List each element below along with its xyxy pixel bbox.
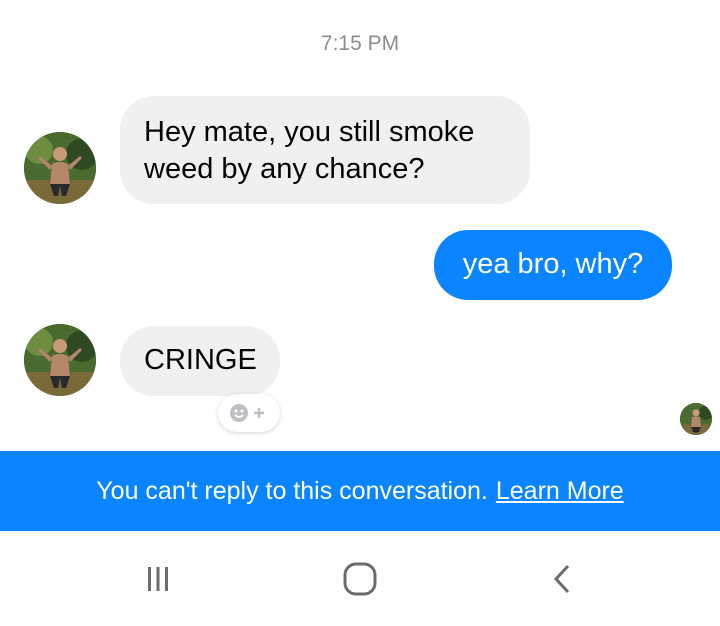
- home-button[interactable]: [336, 555, 384, 603]
- add-reaction-button[interactable]: [218, 394, 280, 432]
- learn-more-link[interactable]: Learn More: [496, 477, 624, 506]
- person-photo-icon: [680, 403, 712, 435]
- system-navigation-bar: [0, 531, 720, 626]
- back-icon: [553, 564, 570, 594]
- banner-text: You can't reply to this conversation.: [96, 476, 488, 505]
- incoming-message-bubble[interactable]: Hey mate, you still smoke weed by any ch…: [120, 96, 530, 204]
- sender-avatar[interactable]: [24, 132, 96, 204]
- timestamp: 7:15 PM: [320, 32, 400, 55]
- outgoing-message-bubble[interactable]: yea bro, why?: [434, 230, 672, 300]
- message-text: CRINGE: [144, 344, 257, 376]
- back-button[interactable]: [538, 555, 586, 603]
- seen-indicator-avatar: [680, 403, 712, 435]
- person-photo-icon: [24, 132, 96, 204]
- add-reaction-icon: [230, 404, 264, 422]
- message-text: Hey mate, you still smoke weed by any ch…: [144, 116, 475, 185]
- incoming-message-bubble[interactable]: CRINGE: [120, 326, 280, 396]
- recent-apps-icon: [148, 567, 168, 591]
- cannot-reply-banner: You can't reply to this conversation. Le…: [0, 451, 720, 531]
- sender-avatar[interactable]: [24, 324, 96, 396]
- home-icon: [343, 562, 377, 596]
- person-photo-icon: [24, 324, 96, 396]
- message-text: yea bro, why?: [462, 248, 644, 280]
- recent-apps-button[interactable]: [134, 555, 182, 603]
